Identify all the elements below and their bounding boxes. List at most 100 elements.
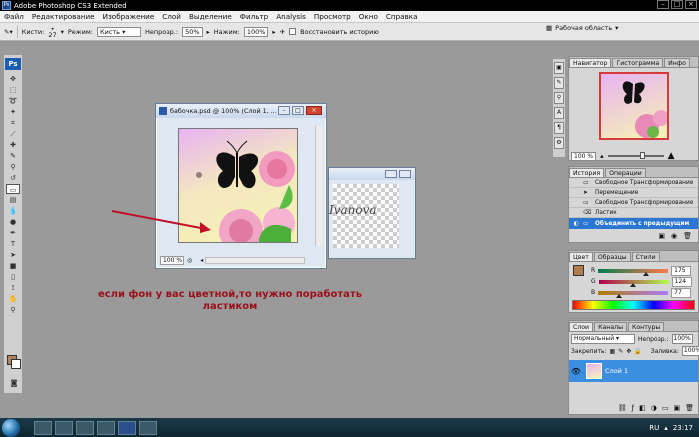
maximize-button[interactable]: □ — [671, 0, 683, 9]
shape-tool-icon[interactable]: ■ — [6, 261, 20, 271]
zoom-slider-thumb[interactable] — [639, 152, 645, 159]
lock-pixels-icon[interactable]: ▦ — [610, 348, 616, 355]
tab-history[interactable]: История — [569, 168, 605, 177]
history-item[interactable]: ▭ Свободное Трансформирование — [569, 178, 698, 188]
blur-tool-icon[interactable]: 💧 — [6, 206, 20, 216]
tab-histogram[interactable]: Гистограмма — [612, 58, 664, 67]
trash-icon[interactable]: 🗑 — [683, 232, 692, 240]
tab-actions[interactable]: Операции — [605, 168, 646, 177]
tab-layers[interactable]: Слои — [569, 322, 594, 331]
new-document-icon[interactable]: ▣ — [658, 232, 665, 240]
panel-dock-icon[interactable]: ▣ — [554, 62, 564, 74]
zoom-tool-icon[interactable]: ⚲ — [6, 305, 20, 315]
document-titlebar[interactable]: бабочка.psd @ 100% (Слой 1, ... – □ × — [156, 104, 326, 118]
green-input[interactable]: 124 — [671, 276, 692, 287]
eye-icon[interactable]: 👁 — [569, 367, 583, 376]
menu-window[interactable]: Окно — [359, 12, 378, 21]
document-window-secondary[interactable]: Ivanova — [328, 167, 416, 259]
quick-mask-icon[interactable]: ◙ — [7, 378, 21, 388]
red-slider[interactable] — [598, 268, 669, 276]
slice-tool-icon[interactable]: ⟋ — [6, 129, 20, 139]
taskbar-window-icon[interactable] — [139, 420, 157, 435]
lock-all-icon[interactable]: 🔒 — [634, 348, 641, 355]
clock[interactable]: 23:17 — [673, 424, 693, 432]
character-panel-icon[interactable]: A — [554, 107, 564, 119]
tab-channels[interactable]: Каналы — [594, 322, 627, 331]
notes-tool-icon[interactable]: ▯ — [6, 272, 20, 282]
vertical-scrollbar[interactable] — [315, 126, 323, 246]
type-tool-icon[interactable]: T — [6, 239, 20, 249]
navigator-zoom-input[interactable]: 100 % — [571, 151, 597, 161]
green-slider[interactable] — [598, 279, 669, 287]
taskbar-photoshop-icon[interactable] — [118, 420, 136, 435]
fg-color-swatch[interactable] — [573, 265, 584, 276]
menu-file[interactable]: Файл — [4, 12, 24, 21]
minimize-button[interactable]: – — [278, 106, 290, 115]
pen-tool-icon[interactable]: ✒ — [6, 228, 20, 238]
blue-input[interactable]: 77 — [671, 287, 692, 298]
history-item[interactable]: ⌫ Ластик — [569, 208, 698, 218]
tab-paths[interactable]: Контуры — [627, 322, 665, 331]
pressure-input[interactable]: 100% — [243, 26, 269, 37]
fill-input[interactable]: 100% — [681, 346, 699, 356]
lock-image-icon[interactable]: ✎ — [618, 348, 623, 355]
clone-source-icon[interactable]: ⚲ — [554, 92, 564, 104]
path-selection-tool-icon[interactable]: ➤ — [6, 250, 20, 260]
opacity-chevron-icon[interactable]: ▸ — [207, 28, 210, 36]
lock-position-icon[interactable]: ✥ — [626, 348, 631, 355]
menu-select[interactable]: Выделение — [189, 12, 232, 21]
start-button[interactable] — [2, 418, 20, 437]
fx-icon[interactable]: ƒ — [632, 404, 634, 412]
mask-icon[interactable]: ◧ — [639, 404, 646, 412]
blue-slider[interactable] — [598, 290, 669, 298]
language-indicator[interactable]: RU — [649, 424, 659, 432]
menu-filter[interactable]: Фильтр — [240, 12, 268, 21]
pressure-chevron-icon[interactable]: ▸ — [272, 28, 275, 36]
history-item[interactable]: ➤ Перемещение — [569, 188, 698, 198]
marquee-tool-icon[interactable]: ⬚ — [6, 85, 20, 95]
tab-swatches[interactable]: Образцы — [593, 252, 631, 261]
opacity-input[interactable]: 50% — [182, 26, 203, 37]
tab-info[interactable]: Инфо — [664, 58, 690, 67]
brush-picker[interactable]: • 27 — [48, 25, 56, 38]
history-item-selected[interactable]: ◐ ▭ Объединить с предыдущим — [569, 218, 698, 229]
background-color-swatch[interactable] — [11, 359, 21, 369]
color-ramp[interactable] — [572, 300, 695, 310]
eyedropper-tool-icon[interactable]: ⟟ — [6, 283, 20, 293]
blend-mode-select[interactable]: Нормальный ▾ — [571, 334, 635, 344]
close-button[interactable]: × — [685, 0, 697, 9]
folder-icon[interactable]: ▭ — [662, 404, 669, 412]
layer-opacity-input[interactable]: 100% — [671, 334, 693, 344]
horizontal-scrollbar[interactable] — [205, 256, 306, 264]
status-info-icon[interactable]: ◎ — [187, 257, 192, 264]
brush-panel-icon[interactable]: ✎ — [554, 77, 564, 89]
maximize-button[interactable]: □ — [292, 106, 304, 115]
tray-icon[interactable]: ▴ — [664, 424, 668, 432]
tool-presets-icon[interactable]: ⚙ — [554, 137, 564, 149]
adjustment-layer-icon[interactable]: ◑ — [651, 404, 657, 412]
close-button[interactable]: × — [306, 106, 322, 115]
blue-slider-thumb[interactable] — [616, 293, 623, 298]
taskbar-app-icon[interactable] — [97, 420, 115, 435]
menu-help[interactable]: Справка — [386, 12, 418, 21]
restore-history-checkbox[interactable] — [289, 28, 297, 35]
taskbar-browser-icon[interactable] — [76, 420, 94, 435]
navigator-preview[interactable] — [598, 72, 669, 140]
document-window[interactable]: бабочка.psd @ 100% (Слой 1, ... – □ × 10… — [155, 103, 327, 269]
minimize-button[interactable]: – — [657, 0, 669, 9]
paragraph-panel-icon[interactable]: ¶ — [554, 122, 564, 134]
gradient-tool-icon[interactable]: ▤ — [6, 195, 20, 205]
healing-brush-tool-icon[interactable]: ✚ — [6, 140, 20, 150]
clone-stamp-tool-icon[interactable]: ⚲ — [6, 162, 20, 172]
brush-chevron-icon[interactable]: ▾ — [61, 28, 64, 36]
history-item[interactable]: ▭ Свободное Трансформирование — [569, 198, 698, 208]
trash-icon[interactable]: 🗑 — [685, 404, 694, 412]
tool-preset-icon[interactable]: ✎▾ — [4, 28, 13, 36]
dodge-tool-icon[interactable]: ● — [6, 217, 20, 227]
layer-row-selected[interactable]: 👁 Слой 1 — [569, 360, 698, 382]
new-layer-icon[interactable]: ▣ — [673, 404, 680, 412]
menu-view[interactable]: Просмотр — [314, 12, 351, 21]
scroll-left-icon[interactable]: ◂ — [200, 257, 203, 264]
snapshot-icon[interactable]: ◉ — [671, 232, 677, 240]
layer-name[interactable]: Слой 1 — [605, 367, 628, 375]
